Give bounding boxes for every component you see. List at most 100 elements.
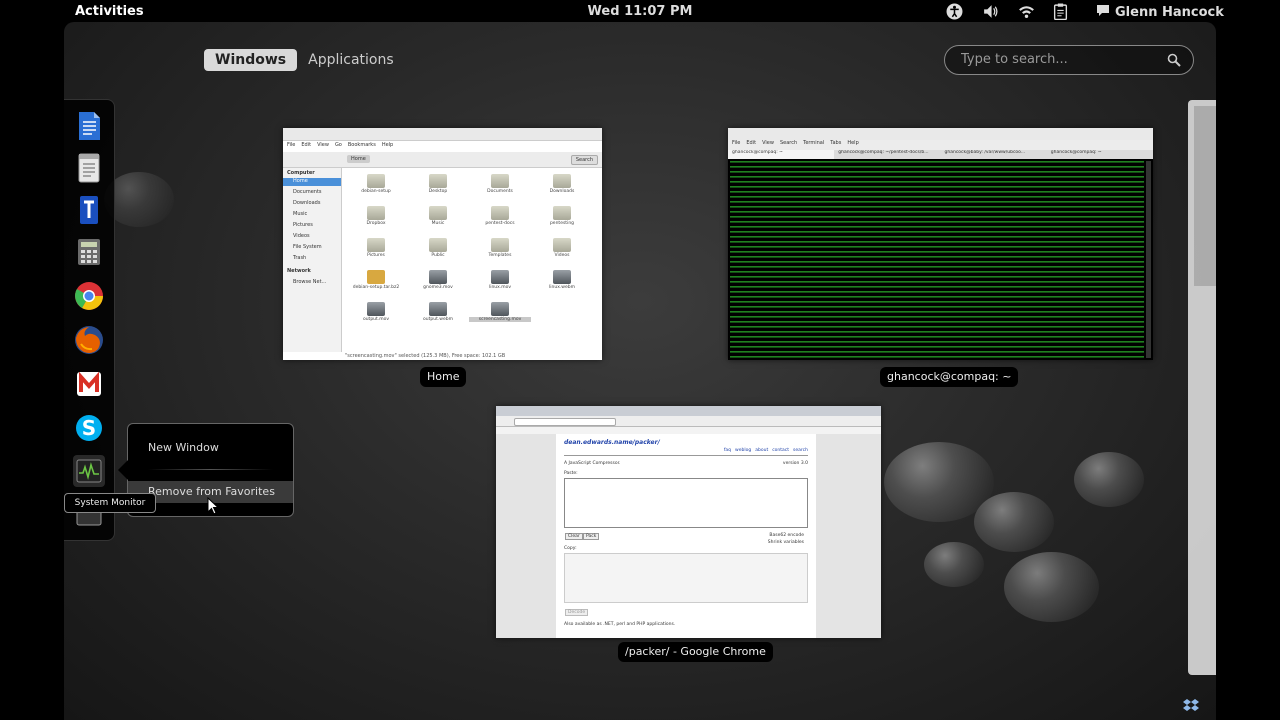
file-item[interactable]: output.mov [345,300,407,332]
file-item[interactable]: gnome3.mov [407,268,469,300]
text-editor-icon[interactable] [73,152,105,184]
home-menu-bookmarks[interactable]: Bookmarks [348,142,376,148]
file-item[interactable]: Dropbox [345,204,407,236]
packer-pack-button[interactable]: Pack [583,533,600,540]
file-item[interactable]: Music [407,204,469,236]
term-menu-help[interactable]: Help [847,140,858,150]
file-item[interactable]: Videos [531,236,593,268]
home-menu-file[interactable]: File [287,142,295,148]
clock[interactable]: Wed 11:07 PM [588,4,693,19]
skype-icon[interactable]: S [73,412,105,444]
packer-nav-search[interactable]: search [793,448,808,453]
term-menu-tabs[interactable]: Tabs [830,140,841,150]
sidebar-item-downloads[interactable]: Downloads [293,200,320,206]
packer-nav-about[interactable]: about [755,448,768,453]
packer-decode-button[interactable]: Decode [565,609,589,616]
packer-copy-textarea[interactable] [564,553,808,603]
home-location-button[interactable]: Home [347,155,370,163]
dropbox-tray-icon[interactable] [1183,697,1199,717]
home-menu-view[interactable]: View [317,142,329,148]
tab-windows[interactable]: Windows [204,49,298,71]
volume-icon[interactable] [982,3,999,21]
terminal-tab-1[interactable]: ghancock@compaq: ~ [728,150,835,159]
packer-clear-button[interactable]: Clear [565,533,583,540]
folder-icon [429,174,447,188]
presentation-icon[interactable] [73,194,105,226]
sidebar-item-filesystem[interactable]: File System [293,244,322,250]
terminal-tab-4[interactable]: ghancock@compaq: ~ [1047,150,1153,159]
file-item[interactable]: Public [407,236,469,268]
file-item[interactable]: pentest-docs [469,204,531,236]
home-menu-go[interactable]: Go [335,142,342,148]
terminal-tab-3[interactable]: ghancock@baby: /var/www/ubcoo... [941,150,1047,159]
file-item[interactable]: debian-setup.tar.bz2 [345,268,407,300]
sidebar-item-home[interactable]: Home [283,178,341,186]
home-menu-edit[interactable]: Edit [301,142,311,148]
gmail-icon[interactable] [73,368,105,400]
home-search-button[interactable]: Search [570,155,598,165]
packer-nav-weblog[interactable]: weblog [735,448,751,453]
document-app-icon[interactable] [73,110,105,142]
search-box[interactable] [944,45,1194,75]
home-sidebar: Computer Home Documents Downloads Music … [283,168,342,352]
packer-page-title[interactable]: dean.edwards.name/packer/ [564,439,660,446]
search-input[interactable] [959,51,1163,68]
sidebar-header-network: Network [287,268,311,274]
chrome-address-bar[interactable] [514,418,616,426]
workspace-thumbnail[interactable] [1188,100,1216,675]
file-label: debian-setup.tar.bz2 [352,285,400,290]
packer-nav-faq[interactable]: faq [724,448,731,453]
calculator-icon[interactable] [73,236,105,268]
file-icon [491,302,509,316]
clipboard-icon[interactable] [1053,3,1068,21]
caption-chrome[interactable]: /packer/ - Google Chrome [618,642,773,662]
menu-item-new-window[interactable]: New Window [128,437,293,459]
file-item[interactable]: linux.webm [531,268,593,300]
caption-home[interactable]: Home [420,367,467,387]
user-menu[interactable]: Glenn Hancock [1096,4,1224,21]
workspace-thumbnail-window [1194,106,1216,286]
sidebar-item-pictures[interactable]: Pictures [293,222,313,228]
sidebar-item-music[interactable]: Music [293,211,307,217]
file-item[interactable]: Downloads [531,172,593,204]
tab-applications[interactable]: Applications [297,49,405,71]
sidebar-item-browse-network[interactable]: Browse Net... [293,279,326,285]
window-chrome[interactable]: dean.edwards.name/packer/ faq weblog abo… [496,406,881,638]
file-item[interactable]: Pictures [345,236,407,268]
accessibility-icon[interactable] [946,3,963,21]
packer-paste-textarea[interactable] [564,478,808,528]
home-menu-help[interactable]: Help [382,142,393,148]
sidebar-item-videos[interactable]: Videos [293,233,310,239]
system-monitor-icon[interactable] [73,455,105,487]
mouse-cursor-icon [207,496,220,519]
firefox-icon[interactable] [73,324,105,356]
window-terminal[interactable]: File Edit View Search Terminal Tabs Help… [728,128,1153,360]
term-menu-edit[interactable]: Edit [746,140,756,150]
term-menu-terminal[interactable]: Terminal [803,140,824,150]
packer-option-base62[interactable]: Base62 encode [769,533,804,538]
file-item[interactable]: Desktop [407,172,469,204]
window-home[interactable]: File Edit View Go Bookmarks Help Home Se… [283,128,602,360]
activities-button[interactable]: Activities [75,4,144,19]
file-item[interactable]: pentesting [531,204,593,236]
terminal-scrollbar[interactable] [1146,161,1151,358]
file-item[interactable]: debian-setup [345,172,407,204]
terminal-tab-2[interactable]: ghancock@compaq: ~/pentest-docs/b... [834,150,940,159]
packer-nav-contact[interactable]: contact [772,448,789,453]
packer-option-shrink[interactable]: Shrink variables [768,540,804,545]
file-item[interactable]: output.webm [407,300,469,332]
sidebar-item-documents[interactable]: Documents [293,189,322,195]
packer-divider [564,455,808,456]
terminal-tabs: ghancock@compaq: ~ ghancock@compaq: ~/pe… [728,150,1153,159]
file-item[interactable]: Templates [469,236,531,268]
term-menu-view[interactable]: View [762,140,774,150]
file-item[interactable]: Documents [469,172,531,204]
caption-terminal[interactable]: ghancock@compaq: ~ [880,367,1019,387]
file-item[interactable]: screencasting.mov [469,300,531,332]
chrome-icon[interactable] [73,280,105,312]
term-menu-file[interactable]: File [732,140,740,150]
wifi-icon[interactable] [1018,3,1035,21]
sidebar-item-trash[interactable]: Trash [293,255,306,261]
term-menu-search[interactable]: Search [780,140,797,150]
file-item[interactable]: linux.mov [469,268,531,300]
